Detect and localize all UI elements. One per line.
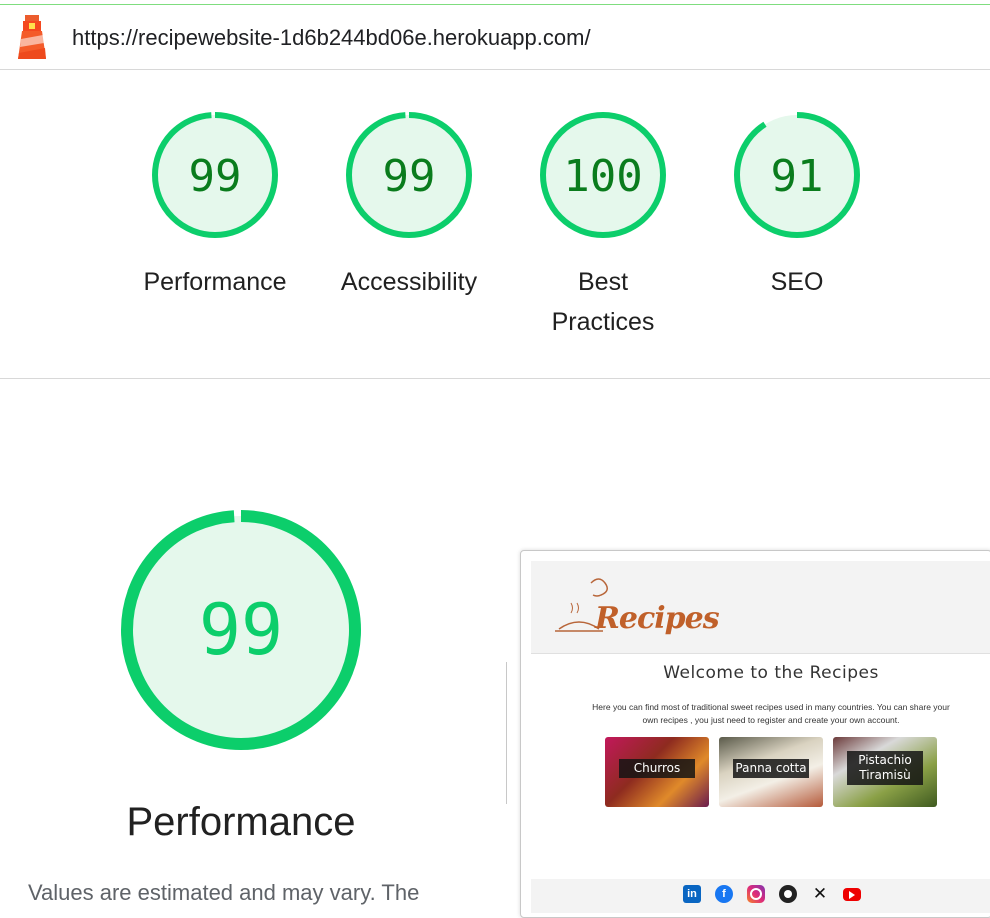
score-value: 100	[563, 151, 642, 202]
site-navbar: Recipes	[531, 561, 990, 654]
main-category-title: Performance	[126, 800, 356, 844]
report-url-bar: https://recipewebsite-1d6b244bd06e.herok…	[0, 5, 990, 70]
recipe-card-label-line: Tiramisù	[859, 768, 911, 782]
instagram-icon[interactable]	[747, 885, 765, 903]
report-url[interactable]: https://recipewebsite-1d6b244bd06e.herok…	[72, 25, 591, 51]
gauge-performance[interactable]: 99 Performance	[125, 110, 305, 302]
performance-main-gauge: 99	[121, 510, 361, 750]
gauge-label: Performance	[143, 268, 287, 296]
score-value: 99	[383, 151, 436, 202]
score-gauge-ring: 91	[734, 112, 860, 238]
section-divider	[506, 662, 507, 804]
gauge-label: SEO	[770, 268, 824, 296]
score-gauge-ring: 100	[540, 112, 666, 238]
recipe-card[interactable]: Churros	[605, 737, 709, 807]
gauge-label-line: Best	[577, 268, 629, 296]
facebook-icon[interactable]: f	[715, 885, 733, 903]
gauge-label: Accessibility	[340, 268, 478, 296]
gauge-label-line: Practices	[551, 308, 655, 336]
gauge-seo[interactable]: 91 SEO	[707, 110, 887, 302]
gauge-accessibility[interactable]: 99 Accessibility	[319, 110, 499, 302]
gauge-best-practices[interactable]: 100 Best Practices	[513, 110, 693, 342]
x-icon[interactable]: ✕	[811, 884, 829, 903]
linkedin-icon[interactable]: in	[683, 885, 701, 903]
github-icon[interactable]	[779, 885, 797, 903]
score-gauge-ring: 99	[152, 112, 278, 238]
recipe-card[interactable]: Pistachio Tiramisù	[833, 737, 937, 807]
lighthouse-logo-icon	[18, 15, 46, 59]
gauge-label: Best Practices	[513, 262, 693, 342]
recipe-card[interactable]: Panna cotta	[719, 737, 823, 807]
score-value: 99	[189, 151, 242, 202]
site-logo-text: Recipes	[595, 601, 720, 636]
recipe-card-label: Panna cotta	[733, 759, 809, 778]
score-gauge-ring: 99	[346, 112, 472, 238]
recipe-card-label: Pistachio Tiramisù	[847, 751, 923, 785]
youtube-icon[interactable]	[843, 888, 861, 901]
estimate-note: Values are estimated and may vary. The	[28, 880, 420, 905]
site-heading: Welcome to the Recipes	[663, 663, 879, 683]
final-screenshot[interactable]: Recipes Welcome to the Recipes Here you …	[520, 550, 990, 918]
recipe-card-label-line: Pistachio	[858, 753, 912, 767]
category-gauges: 99 Performance 99 Accessibility 100 Best…	[0, 70, 990, 379]
main-score-value: 99	[199, 589, 283, 671]
recipe-card-label: Churros	[619, 759, 695, 778]
score-value: 91	[771, 151, 824, 202]
site-intro: Here you can find most of traditional sw…	[592, 702, 950, 725]
